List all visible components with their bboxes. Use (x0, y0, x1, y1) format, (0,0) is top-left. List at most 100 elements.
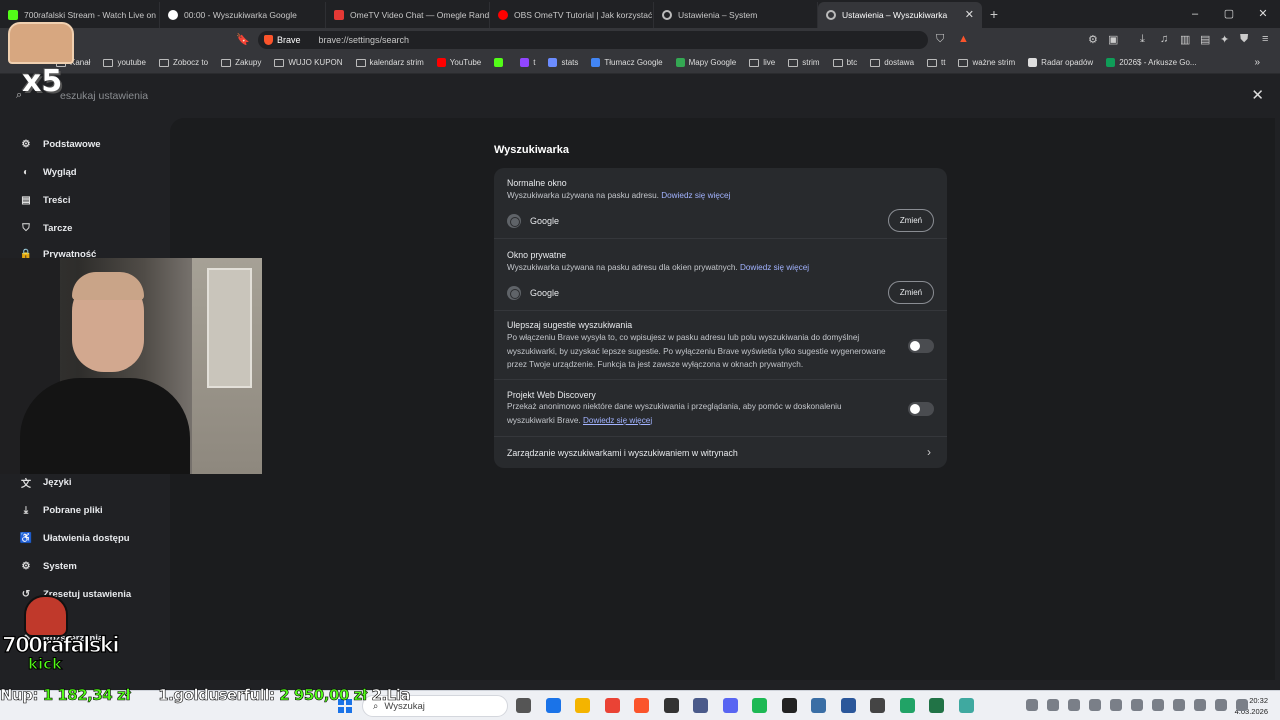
manage-search-engines-row[interactable]: Zarządzanie wyszukiwarkami i wyszukiwani… (494, 437, 947, 468)
bookmark-item[interactable]: youtube (103, 58, 146, 67)
tab-settings-system[interactable]: Ustawienia – System (654, 1, 818, 28)
vpn-icon[interactable]: ⛊ (1240, 33, 1248, 46)
bookmark-item[interactable]: stats (548, 58, 578, 67)
logo-kick: kick (28, 655, 63, 674)
sidebar-item-basic[interactable]: ⚙ Podstawowe (20, 138, 101, 150)
taskbar-app-icon[interactable] (634, 698, 649, 713)
close-tab-icon[interactable]: ✕ (965, 8, 974, 21)
sidebar-item-content[interactable]: ▤ Treści (20, 194, 70, 206)
bookmark-item[interactable]: Zobocz to (158, 58, 208, 67)
taskbar-app-icon[interactable] (516, 698, 531, 713)
tray-icon[interactable] (1152, 699, 1164, 711)
brave-rewards-icon[interactable]: ▲ (958, 33, 969, 45)
bookmark-item[interactable]: 2026$ - Arkusze Go... (1106, 58, 1197, 67)
tab-ometv[interactable]: OmeTV Video Chat — Omegle Rand (326, 1, 490, 28)
bookmark-item[interactable]: Radar opadów (1028, 58, 1093, 67)
ometv-icon (334, 9, 344, 20)
taskbar-app-icon[interactable] (929, 698, 944, 713)
change-normal-engine-button[interactable]: Zmień (888, 209, 934, 232)
screen: { "tabs": [ {"label": "700rafalski Strea… (0, 0, 1280, 720)
sidebar-toggle-icon[interactable]: ▥ (1180, 33, 1190, 46)
music-icon[interactable]: ♫ (1160, 33, 1168, 45)
sidebar-item-appearance[interactable]: ◐ Wygląd (20, 166, 77, 178)
bookmark-item[interactable]: live (749, 58, 775, 67)
wallet-icon[interactable]: ▤ (1200, 33, 1210, 46)
tray-icon[interactable] (1236, 699, 1248, 711)
taskbar-app-icon[interactable] (870, 698, 885, 713)
search-engine-card: Normalne okno Wyszukiwarka używana na pa… (494, 168, 947, 468)
tray-icon[interactable] (1047, 699, 1059, 711)
screenshot-icon[interactable]: ▣ (1108, 33, 1118, 46)
bookmark-item[interactable]: Zakupy (221, 58, 261, 67)
taskbar-app-icon[interactable] (722, 698, 738, 713)
taskbar-app-icon[interactable] (840, 698, 856, 713)
favicon-icon (591, 58, 601, 67)
sidebar-item-languages[interactable]: 文 Języki (20, 476, 72, 490)
bookmarks-overflow-button[interactable]: » (1254, 57, 1260, 68)
taskbar-app-icon[interactable] (663, 698, 679, 713)
tray-icon[interactable] (1131, 699, 1143, 711)
leo-icon[interactable]: ✦ (1220, 33, 1229, 46)
taskbar-app-icon[interactable] (811, 698, 826, 713)
toolbar: 🔖 Brave brave://settings/search ⛉ ▲ ⚙ ▣ … (0, 28, 1280, 52)
tray-icon[interactable] (1215, 699, 1227, 711)
tray-icon[interactable] (1110, 699, 1122, 711)
address-bar[interactable]: Brave brave://settings/search (258, 31, 928, 49)
bookmark-item[interactable]: t (520, 58, 535, 67)
web-discovery-row: Projekt Web Discovery Przekaż anonimowo … (494, 380, 947, 437)
taskbar-app-icon[interactable] (693, 698, 708, 713)
sidebar-item-accessibility[interactable]: ♿ Ułatwienia dostępu (20, 532, 130, 544)
taskbar-app-icon[interactable] (575, 698, 590, 713)
taskbar-app-icon[interactable] (604, 698, 620, 713)
bookmark-item[interactable]: tt (927, 58, 945, 67)
close-icon[interactable]: ✕ (1251, 86, 1264, 104)
web-discovery-toggle[interactable] (908, 402, 934, 416)
taskbar-app-icon[interactable] (958, 698, 974, 713)
bookmark-item[interactable]: kalendarz strim (355, 58, 424, 67)
private-window-title: Okno prywatne (507, 250, 567, 260)
learn-more-link[interactable]: Dowiedz się więcej (583, 416, 652, 425)
taskbar-app-icon[interactable] (752, 698, 767, 713)
tray-icon[interactable] (1026, 699, 1038, 711)
tab-settings-search[interactable]: Ustawienia – Wyszukiwarka ✕ (818, 1, 982, 28)
bookmark-item[interactable]: dostawa (870, 58, 914, 67)
menu-icon[interactable]: ≡ (1262, 33, 1268, 45)
change-private-engine-button[interactable]: Zmień (888, 281, 934, 304)
brave-shields-icon[interactable]: ⛉ (936, 33, 944, 46)
tab-google[interactable]: 00:00 - Wyszukiwarka Google (160, 1, 326, 28)
tab-label: Ustawienia – System (678, 9, 758, 20)
folder-icon (870, 58, 881, 67)
taskbar-app-icon[interactable] (545, 698, 561, 713)
sidebar-item-shields[interactable]: ⛉ Tarcze (20, 222, 72, 234)
maximize-button[interactable]: ▢ (1212, 0, 1246, 28)
settings-search-input[interactable]: eszukaj ustawienia (60, 90, 148, 102)
minimize-button[interactable]: – (1178, 0, 1212, 28)
bookmark-item[interactable]: ważne strim (958, 58, 1015, 67)
close-window-button[interactable]: ✕ (1246, 0, 1280, 28)
tray-icon[interactable] (1068, 699, 1080, 711)
tray-icon[interactable] (1089, 699, 1101, 711)
suggestions-toggle[interactable] (908, 339, 934, 353)
bookmark-item[interactable]: Mapy Google (675, 58, 736, 67)
learn-more-link[interactable]: Dowiedz się więcej (661, 191, 730, 200)
tray-icon[interactable] (1173, 699, 1185, 711)
new-tab-button[interactable]: + (982, 6, 1006, 22)
tab-youtube-tutorial[interactable]: OBS OmeTV Tutorial | Jak korzystać z (490, 1, 654, 28)
learn-more-link[interactable]: Dowiedz się więcej (740, 263, 809, 272)
bookmark-item[interactable] (494, 58, 507, 67)
bookmark-label: live (763, 58, 776, 67)
bookmark-icon[interactable]: 🔖 (236, 33, 250, 46)
bookmark-item[interactable]: WUJO KUPON (274, 58, 343, 67)
extensions-icon[interactable]: ⚙ (1088, 33, 1098, 46)
bookmark-item[interactable]: YouTube (436, 58, 481, 67)
sidebar-item-downloads[interactable]: ⤓ Pobrane pliki (20, 504, 103, 516)
bookmark-item[interactable]: strim (788, 58, 820, 67)
sidebar-item-system[interactable]: ⚙ System (20, 560, 77, 572)
taskbar-app-icon[interactable] (781, 698, 797, 713)
taskbar-app-icon[interactable] (899, 698, 915, 713)
multiplier-badge: x5 (22, 64, 63, 99)
bookmark-item[interactable]: btc (832, 58, 857, 67)
downloads-icon[interactable]: ⤓ (1140, 33, 1145, 46)
tray-icon[interactable] (1194, 699, 1206, 711)
bookmark-item[interactable]: Tłumacz Google (591, 58, 663, 67)
